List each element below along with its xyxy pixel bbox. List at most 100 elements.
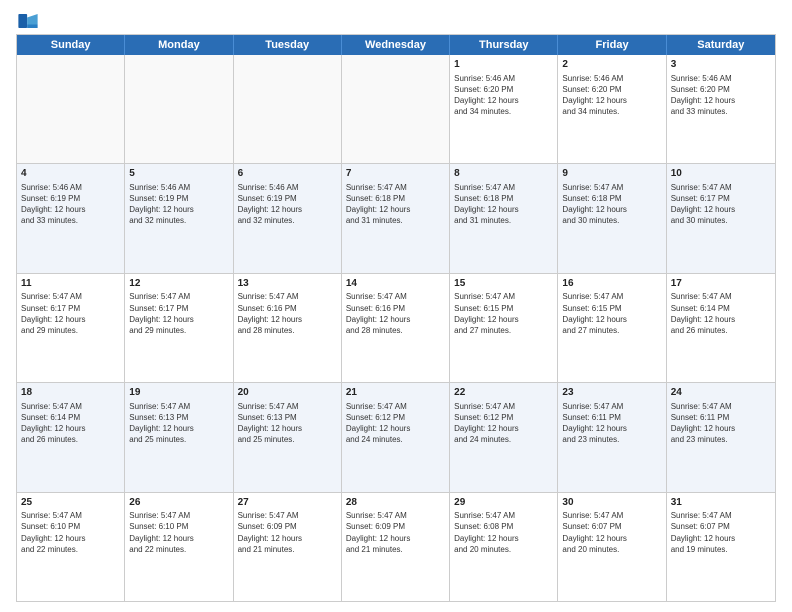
day-number-28: 28 <box>346 496 445 510</box>
day-cell-20: 20Sunrise: 5:47 AM Sunset: 6:13 PM Dayli… <box>234 383 342 491</box>
day-cell-10: 10Sunrise: 5:47 AM Sunset: 6:17 PM Dayli… <box>667 164 775 272</box>
day-info-14: Sunrise: 5:47 AM Sunset: 6:16 PM Dayligh… <box>346 291 445 336</box>
day-info-9: Sunrise: 5:47 AM Sunset: 6:18 PM Dayligh… <box>562 182 661 227</box>
day-number-31: 31 <box>671 496 771 510</box>
empty-cell-w0-d3 <box>342 55 450 163</box>
header-monday: Monday <box>125 35 233 55</box>
day-number-13: 13 <box>238 277 337 291</box>
day-info-12: Sunrise: 5:47 AM Sunset: 6:17 PM Dayligh… <box>129 291 228 336</box>
day-cell-25: 25Sunrise: 5:47 AM Sunset: 6:10 PM Dayli… <box>17 493 125 601</box>
day-number-30: 30 <box>562 496 661 510</box>
day-number-11: 11 <box>21 277 120 291</box>
header-friday: Friday <box>558 35 666 55</box>
day-cell-18: 18Sunrise: 5:47 AM Sunset: 6:14 PM Dayli… <box>17 383 125 491</box>
day-cell-16: 16Sunrise: 5:47 AM Sunset: 6:15 PM Dayli… <box>558 274 666 382</box>
day-info-13: Sunrise: 5:47 AM Sunset: 6:16 PM Dayligh… <box>238 291 337 336</box>
day-info-18: Sunrise: 5:47 AM Sunset: 6:14 PM Dayligh… <box>21 401 120 446</box>
day-cell-8: 8Sunrise: 5:47 AM Sunset: 6:18 PM Daylig… <box>450 164 558 272</box>
day-cell-24: 24Sunrise: 5:47 AM Sunset: 6:11 PM Dayli… <box>667 383 775 491</box>
empty-cell-w0-d0 <box>17 55 125 163</box>
day-info-28: Sunrise: 5:47 AM Sunset: 6:09 PM Dayligh… <box>346 510 445 555</box>
day-number-23: 23 <box>562 386 661 400</box>
day-number-25: 25 <box>21 496 120 510</box>
day-cell-28: 28Sunrise: 5:47 AM Sunset: 6:09 PM Dayli… <box>342 493 450 601</box>
day-number-5: 5 <box>129 167 228 181</box>
day-info-5: Sunrise: 5:46 AM Sunset: 6:19 PM Dayligh… <box>129 182 228 227</box>
day-cell-13: 13Sunrise: 5:47 AM Sunset: 6:16 PM Dayli… <box>234 274 342 382</box>
day-cell-26: 26Sunrise: 5:47 AM Sunset: 6:10 PM Dayli… <box>125 493 233 601</box>
day-info-22: Sunrise: 5:47 AM Sunset: 6:12 PM Dayligh… <box>454 401 553 446</box>
calendar-header: Sunday Monday Tuesday Wednesday Thursday… <box>17 35 775 55</box>
day-number-26: 26 <box>129 496 228 510</box>
day-cell-23: 23Sunrise: 5:47 AM Sunset: 6:11 PM Dayli… <box>558 383 666 491</box>
day-cell-29: 29Sunrise: 5:47 AM Sunset: 6:08 PM Dayli… <box>450 493 558 601</box>
day-number-6: 6 <box>238 167 337 181</box>
day-info-10: Sunrise: 5:47 AM Sunset: 6:17 PM Dayligh… <box>671 182 771 227</box>
day-cell-30: 30Sunrise: 5:47 AM Sunset: 6:07 PM Dayli… <box>558 493 666 601</box>
day-info-1: Sunrise: 5:46 AM Sunset: 6:20 PM Dayligh… <box>454 73 553 118</box>
day-number-4: 4 <box>21 167 120 181</box>
week-row-3: 11Sunrise: 5:47 AM Sunset: 6:17 PM Dayli… <box>17 274 775 383</box>
empty-cell-w0-d1 <box>125 55 233 163</box>
header <box>16 14 776 28</box>
day-cell-21: 21Sunrise: 5:47 AM Sunset: 6:12 PM Dayli… <box>342 383 450 491</box>
day-cell-27: 27Sunrise: 5:47 AM Sunset: 6:09 PM Dayli… <box>234 493 342 601</box>
day-number-1: 1 <box>454 58 553 72</box>
day-number-19: 19 <box>129 386 228 400</box>
header-sunday: Sunday <box>17 35 125 55</box>
day-info-24: Sunrise: 5:47 AM Sunset: 6:11 PM Dayligh… <box>671 401 771 446</box>
day-cell-11: 11Sunrise: 5:47 AM Sunset: 6:17 PM Dayli… <box>17 274 125 382</box>
day-info-2: Sunrise: 5:46 AM Sunset: 6:20 PM Dayligh… <box>562 73 661 118</box>
day-number-3: 3 <box>671 58 771 72</box>
day-number-21: 21 <box>346 386 445 400</box>
day-info-29: Sunrise: 5:47 AM Sunset: 6:08 PM Dayligh… <box>454 510 553 555</box>
header-wednesday: Wednesday <box>342 35 450 55</box>
week-row-2: 4 Sunrise: 5:46 AM Sunset: 6:19 PM Daylig… <box>17 164 775 273</box>
day-info-15: Sunrise: 5:47 AM Sunset: 6:15 PM Dayligh… <box>454 291 553 336</box>
day-cell-6: 6Sunrise: 5:46 AM Sunset: 6:19 PM Daylig… <box>234 164 342 272</box>
day-info-21: Sunrise: 5:47 AM Sunset: 6:12 PM Dayligh… <box>346 401 445 446</box>
day-info-30: Sunrise: 5:47 AM Sunset: 6:07 PM Dayligh… <box>562 510 661 555</box>
day-info-11: Sunrise: 5:47 AM Sunset: 6:17 PM Dayligh… <box>21 291 120 336</box>
day-info-7: Sunrise: 5:47 AM Sunset: 6:18 PM Dayligh… <box>346 182 445 227</box>
header-saturday: Saturday <box>667 35 775 55</box>
header-thursday: Thursday <box>450 35 558 55</box>
day-number-16: 16 <box>562 277 661 291</box>
day-info-16: Sunrise: 5:47 AM Sunset: 6:15 PM Dayligh… <box>562 291 661 336</box>
day-number-12: 12 <box>129 277 228 291</box>
day-number-27: 27 <box>238 496 337 510</box>
week-row-5: 25 Sunrise: 5:47 AM Sunset: 6:10 PM Dayli… <box>17 493 775 601</box>
day-info-23: Sunrise: 5:47 AM Sunset: 6:11 PM Dayligh… <box>562 401 661 446</box>
day-cell-3: 3Sunrise: 5:46 AM Sunset: 6:20 PM Daylig… <box>667 55 775 163</box>
logo-icon <box>18 14 38 28</box>
calendar-body: 1Sunrise: 5:46 AM Sunset: 6:20 PM Daylig… <box>17 55 775 601</box>
day-cell-14: 14Sunrise: 5:47 AM Sunset: 6:16 PM Dayli… <box>342 274 450 382</box>
day-number-9: 9 <box>562 167 661 181</box>
day-cell-17: 17Sunrise: 5:47 AM Sunset: 6:14 PM Dayli… <box>667 274 775 382</box>
day-info-26: Sunrise: 5:47 AM Sunset: 6:10 PM Dayligh… <box>129 510 228 555</box>
day-cell-9: 9Sunrise: 5:47 AM Sunset: 6:18 PM Daylig… <box>558 164 666 272</box>
day-number-24: 24 <box>671 386 771 400</box>
day-info-31: Sunrise: 5:47 AM Sunset: 6:07 PM Dayligh… <box>671 510 771 555</box>
day-cell-4: 4Sunrise: 5:46 AM Sunset: 6:19 PM Daylig… <box>17 164 125 272</box>
day-info-17: Sunrise: 5:47 AM Sunset: 6:14 PM Dayligh… <box>671 291 771 336</box>
empty-cell-w0-d2 <box>234 55 342 163</box>
day-number-17: 17 <box>671 277 771 291</box>
day-number-10: 10 <box>671 167 771 181</box>
week-row-4: 18Sunrise: 5:47 AM Sunset: 6:14 PM Dayli… <box>17 383 775 492</box>
day-cell-19: 19Sunrise: 5:47 AM Sunset: 6:13 PM Dayli… <box>125 383 233 491</box>
day-number-18: 18 <box>21 386 120 400</box>
day-info-6: Sunrise: 5:46 AM Sunset: 6:19 PM Dayligh… <box>238 182 337 227</box>
day-number-2: 2 <box>562 58 661 72</box>
day-number-22: 22 <box>454 386 553 400</box>
day-cell-5: 5Sunrise: 5:46 AM Sunset: 6:19 PM Daylig… <box>125 164 233 272</box>
day-cell-7: 7Sunrise: 5:47 AM Sunset: 6:18 PM Daylig… <box>342 164 450 272</box>
logo <box>16 14 42 28</box>
day-number-7: 7 <box>346 167 445 181</box>
day-info-8: Sunrise: 5:47 AM Sunset: 6:18 PM Dayligh… <box>454 182 553 227</box>
week-row-1: 1Sunrise: 5:46 AM Sunset: 6:20 PM Daylig… <box>17 55 775 164</box>
day-cell-31: 31Sunrise: 5:47 AM Sunset: 6:07 PM Dayli… <box>667 493 775 601</box>
day-number-15: 15 <box>454 277 553 291</box>
day-cell-2: 2Sunrise: 5:46 AM Sunset: 6:20 PM Daylig… <box>558 55 666 163</box>
day-number-14: 14 <box>346 277 445 291</box>
